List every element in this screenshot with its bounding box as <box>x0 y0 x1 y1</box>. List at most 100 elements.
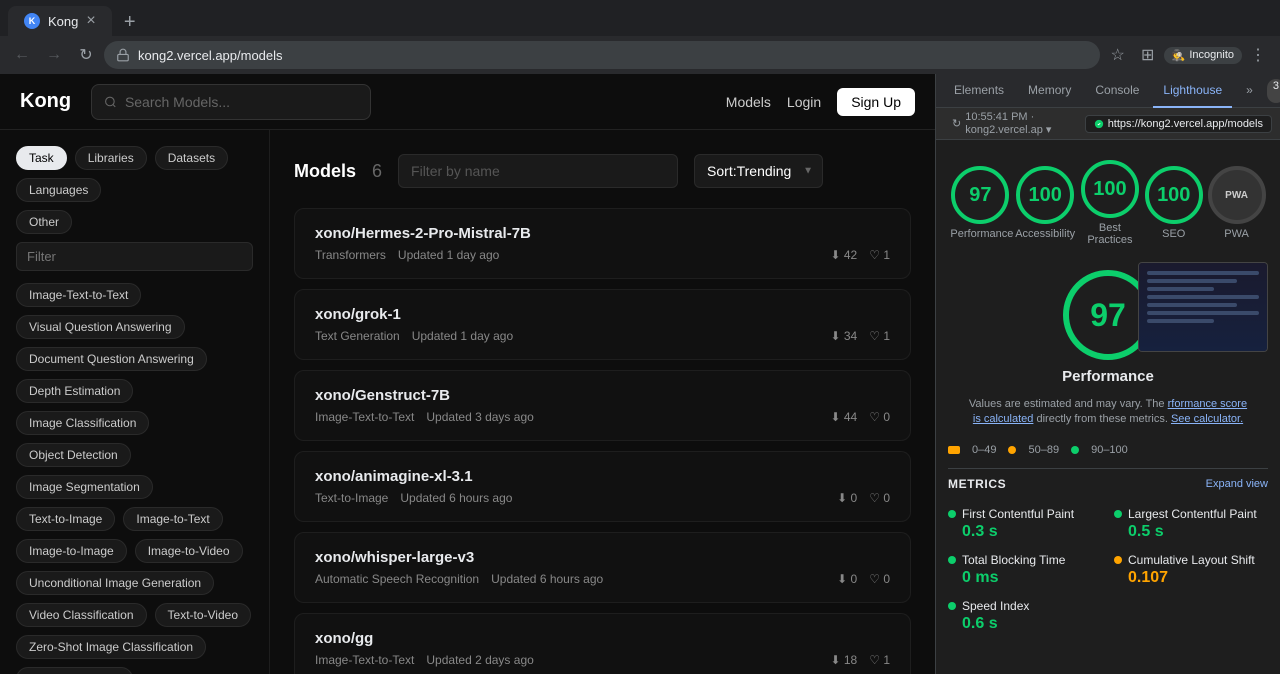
metrics-section-title: METRICS <box>948 477 1006 491</box>
models-nav-link[interactable]: Models <box>726 94 771 110</box>
like-stat: ♡ 1 <box>869 329 890 343</box>
tag-image-text-to-text[interactable]: Image-Text-to-Text <box>16 283 141 307</box>
sidebar-filter-input[interactable] <box>16 242 253 271</box>
model-type: Text-to-Image <box>315 491 388 505</box>
task-tags-group: Image-Text-to-Text Visual Question Answe… <box>16 283 253 674</box>
tag-visual-qa[interactable]: Visual Question Answering <box>16 315 185 339</box>
menu-button[interactable]: ⋮ <box>1244 41 1272 69</box>
download-stat: ⬇ 44 <box>830 410 857 424</box>
tag-mask-generation[interactable]: Mask Generation <box>16 667 133 674</box>
sort-select[interactable]: Sort:Trending <box>694 154 823 188</box>
tag-image-to-image[interactable]: Image-to-Image <box>16 539 127 563</box>
metric-si-dot <box>948 602 956 610</box>
ss-line <box>1147 303 1237 307</box>
tag-image-classification[interactable]: Image Classification <box>16 411 149 435</box>
download-stat: ⬇ 0 <box>837 491 857 505</box>
model-filter-input[interactable] <box>398 154 678 188</box>
see-calculator-link[interactable]: See calculator. <box>1171 413 1243 425</box>
download-stat: ⬇ 42 <box>830 248 857 262</box>
new-tab-button[interactable]: + <box>116 8 144 36</box>
devtools-tab-more[interactable]: » <box>1236 74 1263 108</box>
omnibox[interactable]: kong2.vercel.app/models <box>104 41 1100 69</box>
model-updated: Updated 6 hours ago <box>491 572 603 586</box>
score-performance: 97 Performance <box>950 166 1010 240</box>
table-row[interactable]: xono/animagine-xl-3.1 Text-to-Image Upda… <box>294 451 911 522</box>
table-row[interactable]: xono/gg Image-Text-to-Text Updated 2 day… <box>294 613 911 674</box>
devtools-tab-console[interactable]: Console <box>1085 74 1149 108</box>
table-row[interactable]: xono/whisper-large-v3 Automatic Speech R… <box>294 532 911 603</box>
forward-button[interactable]: → <box>40 41 68 69</box>
score-seo: 100 SEO <box>1145 166 1203 240</box>
model-stats: ⬇ 44 ♡ 0 <box>830 410 890 424</box>
tag-object-detection[interactable]: Object Detection <box>16 443 131 467</box>
sign-up-button[interactable]: Sign Up <box>837 88 915 116</box>
extensions-button[interactable]: ⊞ <box>1134 41 1162 69</box>
tag-unconditional-gen[interactable]: Unconditional Image Generation <box>16 571 214 595</box>
model-stats: ⬇ 0 ♡ 0 <box>837 572 890 586</box>
bookmark-button[interactable]: ☆ <box>1104 41 1132 69</box>
table-row[interactable]: xono/Genstruct-7B Image-Text-to-Text Upd… <box>294 370 911 441</box>
active-tab[interactable]: K Kong × <box>8 6 112 36</box>
model-name: xono/grok-1 <box>315 306 890 323</box>
back-button[interactable]: ← <box>8 41 36 69</box>
ss-line <box>1147 295 1259 299</box>
tag-video-classification[interactable]: Video Classification <box>16 603 147 627</box>
devtools-tab-lighthouse[interactable]: Lighthouse <box>1153 74 1232 108</box>
expand-view-link[interactable]: Expand view <box>1206 478 1268 490</box>
tag-text-to-image[interactable]: Text-to-Image <box>16 507 115 531</box>
score-circle-accessibility: 100 <box>1016 166 1074 224</box>
model-stats: ⬇ 0 ♡ 0 <box>837 491 890 505</box>
score-label-performance: Performance <box>950 228 1010 240</box>
score-circle-pwa: PWA <box>1208 166 1266 224</box>
model-name: xono/whisper-large-v3 <box>315 549 890 566</box>
table-row[interactable]: xono/Hermes-2-Pro-Mistral-7B Transformer… <box>294 208 911 279</box>
metric-lcp-value: 0.5 s <box>1128 523 1268 541</box>
tag-text-to-video[interactable]: Text-to-Video <box>155 603 251 627</box>
model-name: xono/gg <box>315 630 890 647</box>
search-input[interactable] <box>125 94 358 110</box>
legend-label-needs-improvement: 50–89 <box>1028 444 1059 456</box>
tab-title: Kong <box>48 14 78 29</box>
model-type: Image-Text-to-Text <box>315 410 414 424</box>
download-stat: ⬇ 0 <box>837 572 857 586</box>
download-stat: ⬇ 34 <box>830 329 857 343</box>
tag-libraries[interactable]: Libraries <box>75 146 147 170</box>
tag-other[interactable]: Other <box>16 210 72 234</box>
browser-chrome: K Kong × + ← → ↻ kong2.vercel.app/models… <box>0 0 1280 74</box>
refresh-button[interactable]: ↻ <box>72 41 100 69</box>
tag-task[interactable]: Task <box>16 146 67 170</box>
devtools-tab-memory[interactable]: Memory <box>1018 74 1081 108</box>
devtools-toolbar: ↻ 10:55:41 PM · kong2.vercel.ap ▾ https:… <box>936 108 1280 140</box>
tag-doc-qa[interactable]: Document Question Answering <box>16 347 207 371</box>
devtools-url-bar: https://kong2.vercel.app/models <box>1085 115 1272 133</box>
score-circle-seo: 100 <box>1145 166 1203 224</box>
reload-analyze-button[interactable]: ↻ 10:55:41 PM · kong2.vercel.ap ▾ <box>944 109 1081 138</box>
tag-image-to-text[interactable]: Image-to-Text <box>123 507 222 531</box>
legend-row: 0–49 50–89 90–100 <box>948 436 1268 464</box>
ss-line <box>1147 287 1214 291</box>
login-nav-link[interactable]: Login <box>787 94 821 110</box>
score-label-pwa: PWA <box>1224 228 1249 240</box>
tag-languages[interactable]: Languages <box>16 178 101 202</box>
model-updated: Updated 1 day ago <box>398 248 499 262</box>
table-row[interactable]: xono/grok-1 Text Generation Updated 1 da… <box>294 289 911 360</box>
search-icon <box>104 95 117 109</box>
tag-zero-shot-image[interactable]: Zero-Shot Image Classification <box>16 635 206 659</box>
sidebar: Task Libraries Datasets Languages Other … <box>0 130 270 674</box>
ss-line <box>1147 271 1259 275</box>
legend-rect-poor <box>948 446 960 454</box>
devtools-header: Elements Memory Console Lighthouse » 3 ⚙… <box>936 74 1280 108</box>
ss-line <box>1147 279 1237 283</box>
tag-datasets[interactable]: Datasets <box>155 146 228 170</box>
search-container <box>91 84 371 120</box>
legend-dot-needs-improvement <box>1008 446 1016 454</box>
tag-image-segmentation[interactable]: Image Segmentation <box>16 475 153 499</box>
performance-title: Performance <box>1062 368 1154 385</box>
tag-depth-estimation[interactable]: Depth Estimation <box>16 379 133 403</box>
models-title: Models <box>294 161 356 182</box>
tag-image-to-video[interactable]: Image-to-Video <box>135 539 243 563</box>
tab-close-button[interactable]: × <box>86 12 95 30</box>
score-label-seo: SEO <box>1162 228 1185 240</box>
model-meta: Image-Text-to-Text Updated 2 days ago ⬇ … <box>315 653 890 667</box>
devtools-tab-elements[interactable]: Elements <box>944 74 1014 108</box>
